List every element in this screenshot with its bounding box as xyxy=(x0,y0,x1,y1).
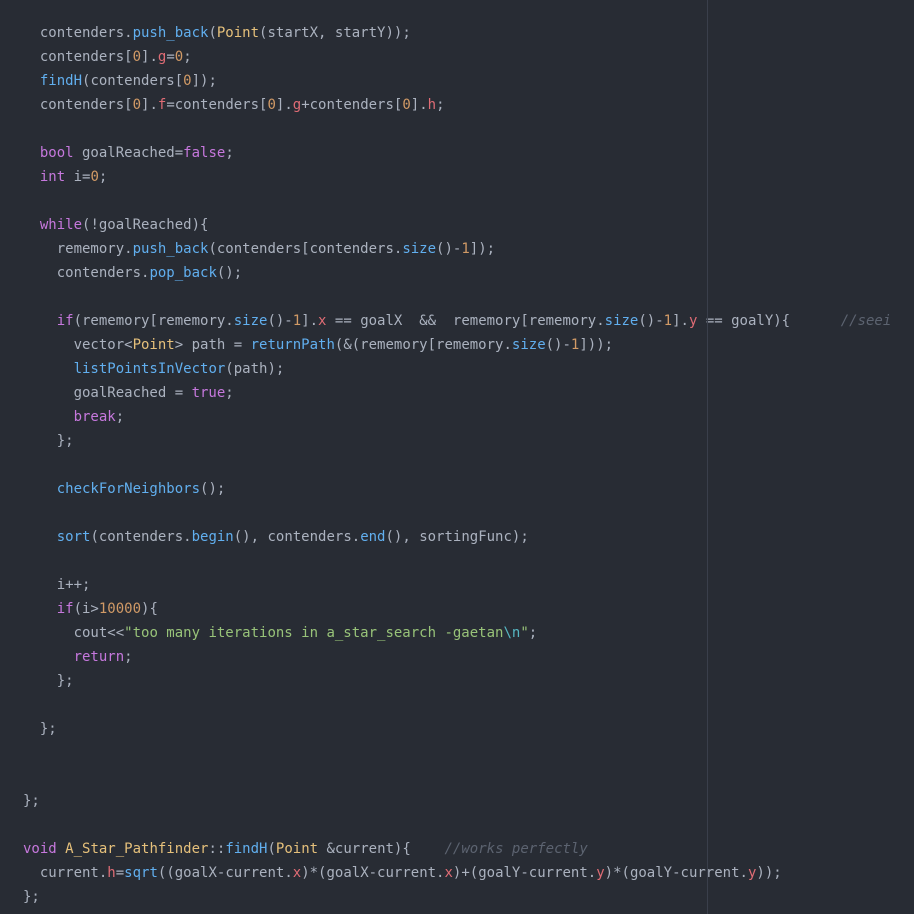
code-line: }; xyxy=(23,429,914,453)
code-line: if(rememory[rememory.size()-1].x == goal… xyxy=(23,309,914,333)
code-line xyxy=(23,813,914,837)
code-line xyxy=(23,765,914,789)
code-line: vector<Point> path = returnPath(&(rememo… xyxy=(23,333,914,357)
code-line: }; xyxy=(23,789,914,813)
code-content: contenders.push_back(Point(startX, start… xyxy=(23,21,914,909)
code-line: int i=0; xyxy=(23,165,914,189)
code-line: contenders[0].f=contenders[0].g+contende… xyxy=(23,93,914,117)
code-line xyxy=(23,285,914,309)
code-line: break; xyxy=(23,405,914,429)
code-line xyxy=(23,117,914,141)
code-line: return; xyxy=(23,645,914,669)
code-line xyxy=(23,693,914,717)
code-line: rememory.push_back(contenders[contenders… xyxy=(23,237,914,261)
code-line: }; xyxy=(23,717,914,741)
code-line: }; xyxy=(23,669,914,693)
editor-ruler xyxy=(707,0,708,914)
code-editor[interactable]: contenders.push_back(Point(startX, start… xyxy=(0,0,914,914)
code-line: bool goalReached=false; xyxy=(23,141,914,165)
code-line: current.h=sqrt((goalX-current.x)*(goalX-… xyxy=(23,861,914,885)
code-line: checkForNeighbors(); xyxy=(23,477,914,501)
code-line: if(i>10000){ xyxy=(23,597,914,621)
code-line: findH(contenders[0]); xyxy=(23,69,914,93)
code-line: contenders.pop_back(); xyxy=(23,261,914,285)
code-line: }; xyxy=(23,885,914,909)
code-line: cout<<"too many iterations in a_star_sea… xyxy=(23,621,914,645)
code-line: contenders.push_back(Point(startX, start… xyxy=(23,21,914,45)
code-line xyxy=(23,453,914,477)
code-line xyxy=(23,189,914,213)
code-line: while(!goalReached){ xyxy=(23,213,914,237)
code-line: void A_Star_Pathfinder::findH(Point &cur… xyxy=(23,837,914,861)
code-line: contenders[0].g=0; xyxy=(23,45,914,69)
code-line xyxy=(23,501,914,525)
code-line: listPointsInVector(path); xyxy=(23,357,914,381)
code-line xyxy=(23,549,914,573)
code-line: sort(contenders.begin(), contenders.end(… xyxy=(23,525,914,549)
code-line: i++; xyxy=(23,573,914,597)
code-line: goalReached = true; xyxy=(23,381,914,405)
code-line xyxy=(23,741,914,765)
